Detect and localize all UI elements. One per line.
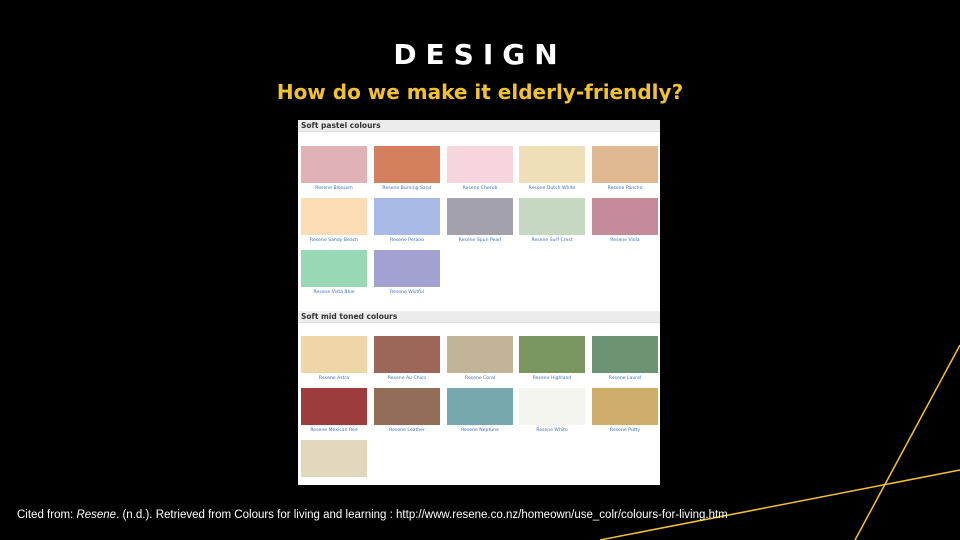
decorative-line-2 bbox=[599, 469, 960, 540]
citation-prefix: Cited from: bbox=[17, 509, 77, 521]
citation: Cited from: Resene. (n.d.). Retrieved fr… bbox=[17, 509, 728, 521]
citation-rest: . (n.d.). Retrieved from Colours for liv… bbox=[116, 509, 728, 521]
decorative-line-1 bbox=[854, 344, 960, 540]
citation-source: Resene bbox=[76, 509, 117, 521]
decorative-lines bbox=[599, 344, 960, 540]
